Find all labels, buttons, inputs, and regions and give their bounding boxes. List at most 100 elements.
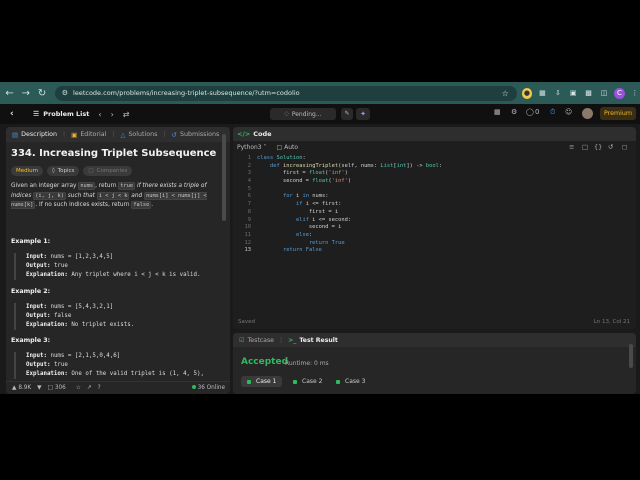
- notes-icon[interactable]: ✎: [341, 108, 353, 120]
- problem-title[interactable]: 334. Increasing Triplet Subsequence: [11, 148, 216, 159]
- description-tabs: ▤ Description | ▣ Editorial | △ Solution…: [6, 127, 230, 142]
- premium-button[interactable]: Premium: [600, 107, 636, 120]
- terminal-icon: >_: [288, 336, 297, 344]
- bookmark-star-icon[interactable]: ☆: [502, 89, 509, 98]
- tab-editorial[interactable]: ▣ Editorial |: [71, 131, 114, 139]
- tab-testcase[interactable]: ☑ Testcase |: [239, 337, 282, 344]
- streak-icon[interactable]: ◯: [526, 108, 534, 116]
- timer-icon[interactable]: ⏱: [550, 108, 555, 117]
- auto-toggle[interactable]: □ Auto: [277, 144, 299, 151]
- address-bar[interactable]: ⚙ leetcode.com/problems/increasing-tripl…: [54, 85, 517, 101]
- case-3-tab[interactable]: Case 3: [330, 376, 371, 387]
- browser-toolbar: ← → ↻ ⚙ leetcode.com/problems/increasing…: [0, 82, 640, 104]
- streak-count: 0: [535, 108, 540, 116]
- explanation-label: Explanation:: [26, 371, 68, 377]
- thumbs-down-icon: ▼: [37, 385, 42, 391]
- companies-tag[interactable]: □ Companies: [83, 166, 133, 176]
- fullscreen-icon[interactable]: ◻: [622, 143, 627, 151]
- online-dot: [191, 385, 196, 389]
- braces-icon[interactable]: {}: [594, 143, 602, 151]
- history-icon: ↺: [171, 130, 177, 139]
- pass-dot: [247, 379, 251, 384]
- checkbox-icon: ☑: [239, 336, 245, 344]
- reload-icon[interactable]: ↻: [36, 88, 49, 99]
- difficulty-badge: Medium: [11, 166, 43, 176]
- companies-label: Companies: [96, 168, 128, 174]
- problem-description: Given an integer array nums, return true…: [11, 182, 221, 211]
- site-info-icon[interactable]: ⚙: [62, 89, 68, 97]
- code-panel-title: Code: [253, 130, 272, 138]
- desc-text: and: [129, 192, 145, 199]
- saved-status: Saved: [238, 319, 255, 325]
- back-icon[interactable]: ←: [3, 88, 16, 99]
- puzzle-icon[interactable]: ▩: [583, 88, 593, 99]
- code-line: 11 else:: [244, 231, 313, 238]
- help-icon[interactable]: ?: [98, 385, 101, 391]
- tab-description[interactable]: ▤ Description |: [12, 131, 65, 139]
- leetcode-logo-icon[interactable]: ‹: [10, 109, 21, 120]
- code-line: 1 class Solution:: [247, 155, 306, 161]
- test-result-scrollbar[interactable]: [629, 344, 633, 368]
- thumbs-up-icon: ▲: [12, 385, 17, 391]
- desc-text: Given an integer array: [11, 183, 79, 189]
- code-line: 4 second = float('inf'): [247, 178, 352, 185]
- side-panel-icon[interactable]: ◫: [599, 88, 609, 99]
- example-explanation: Any triplet where i < j < k is valid.: [71, 272, 201, 278]
- tab-divider: |: [163, 131, 166, 138]
- code-line: 6 for i in nums:: [247, 193, 329, 200]
- example-title: Example 3:: [11, 337, 51, 344]
- prev-problem-icon[interactable]: ‹: [98, 110, 101, 119]
- description-scrollbar[interactable]: [222, 134, 226, 221]
- example-block: Input: nums = [2,1,5,0,4,6] Output: true…: [14, 352, 224, 379]
- example-explanation: No triplet exists.: [71, 322, 135, 328]
- like-button[interactable]: ▲ 8.9K: [12, 385, 31, 391]
- desc-text: . If no such indices exists, return: [35, 202, 132, 208]
- shuffle-icon[interactable]: ⇄: [123, 110, 130, 119]
- tab-search-icon[interactable]: ▣: [568, 88, 578, 99]
- menu-kebab-icon[interactable]: ⋮: [630, 88, 640, 99]
- comments-button[interactable]: □ 306: [48, 385, 66, 391]
- favorite-star-icon[interactable]: ☆: [76, 385, 81, 391]
- auto-label: Auto: [284, 144, 299, 151]
- chevron-down-icon: ˅: [263, 144, 267, 151]
- code-line: 7 if i <= first:: [247, 201, 342, 208]
- topics-label: Topics: [57, 168, 75, 174]
- extensions-puzzle-icon[interactable]: ▦: [537, 88, 547, 99]
- reset-icon[interactable]: ↺: [608, 143, 613, 151]
- tab-test-result[interactable]: >_ Test Result: [288, 337, 338, 344]
- lock-icon: □: [88, 168, 94, 174]
- lock-icon: □: [276, 144, 283, 151]
- example-explanation-line: Explanation: One of the valid triplet is…: [26, 370, 224, 379]
- description-footer: ▲ 8.9K ▼ □ 306 ☆ ↗ ? 36 Online: [6, 381, 230, 394]
- tab-submissions[interactable]: ↺ Submissions: [172, 131, 220, 139]
- code-line: 13 return False: [244, 247, 322, 254]
- download-icon[interactable]: ⇩: [553, 88, 563, 99]
- code-area[interactable]: 1 class Solution: 2 def increasingTriplet…: [233, 155, 636, 255]
- example-input-line: Input: nums = [5,4,3,2,1]: [26, 303, 224, 312]
- forward-icon[interactable]: →: [19, 88, 32, 99]
- code-brackets-icon: </>: [237, 130, 251, 138]
- format-icon[interactable]: ≡: [569, 143, 574, 151]
- language-select[interactable]: Python3 ˅: [237, 144, 267, 151]
- settings-gear-icon[interactable]: ⚙: [511, 108, 517, 116]
- topics-tag[interactable]: ◊ Topics: [47, 166, 80, 176]
- ai-sparkle-icon[interactable]: ✦: [356, 108, 370, 120]
- run-pending-button[interactable]: ◌ Pending...: [270, 108, 336, 120]
- document-icon: ▤: [12, 130, 19, 139]
- case-2-tab[interactable]: Case 2: [287, 376, 328, 387]
- dislike-button[interactable]: ▼: [37, 385, 41, 391]
- case-1-tab[interactable]: Case 1: [241, 376, 283, 387]
- tab-solutions[interactable]: △ Solutions |: [120, 131, 165, 139]
- example-output: false: [53, 313, 72, 319]
- add-friend-icon[interactable]: ☺: [565, 108, 572, 116]
- profile-avatar[interactable]: C: [614, 87, 625, 99]
- problem-list-button[interactable]: ☰ Problem List: [33, 110, 89, 118]
- extension-icon[interactable]: ●: [521, 87, 533, 99]
- layout-icon[interactable]: ▦: [494, 108, 501, 116]
- example-explanation-line: Explanation: No triplet exists.: [26, 321, 224, 330]
- share-icon[interactable]: ↗: [87, 385, 92, 391]
- case-label: Case 1: [256, 378, 277, 385]
- user-avatar[interactable]: [582, 108, 593, 119]
- next-problem-icon[interactable]: ›: [111, 110, 114, 119]
- bookmark-icon[interactable]: □: [582, 143, 588, 151]
